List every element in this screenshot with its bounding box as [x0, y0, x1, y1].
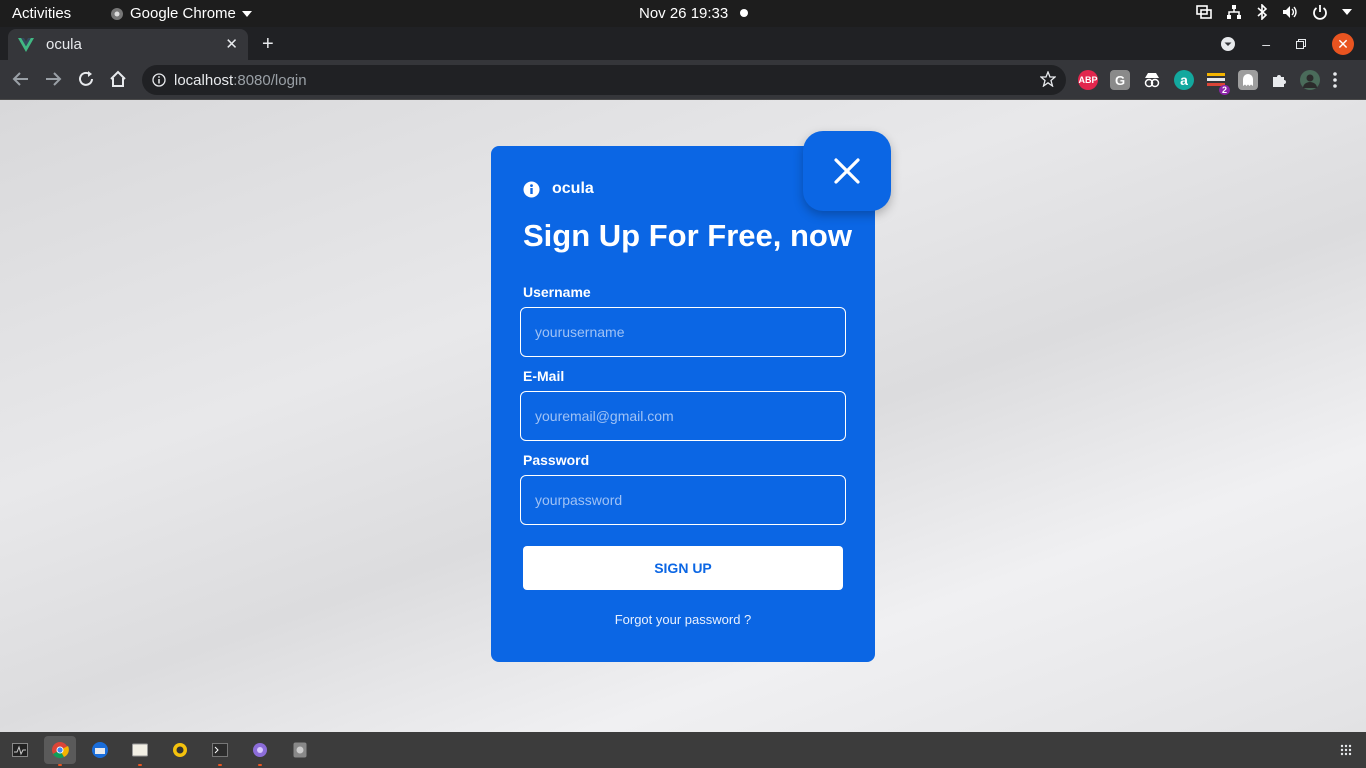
running-indicator	[258, 764, 262, 766]
profile-avatar[interactable]	[1300, 70, 1320, 90]
taskbar-system-monitor[interactable]	[4, 736, 36, 764]
taskbar-app-purple[interactable]	[244, 736, 276, 766]
forgot-password-link[interactable]: Forgot your password ?	[491, 612, 875, 627]
password-label: Password	[523, 452, 590, 468]
show-applications-button[interactable]	[1330, 736, 1362, 764]
address-bar[interactable]: localhost:8080/login	[142, 65, 1066, 95]
terminal-icon	[212, 743, 228, 757]
chrome-icon	[52, 742, 69, 759]
folder-icon	[132, 743, 148, 757]
page-content: ocula Sign Up For Free, now Username E-M…	[0, 100, 1366, 732]
window-controls: – ✕	[1220, 33, 1354, 55]
notification-dot	[740, 9, 748, 17]
info-icon	[523, 181, 540, 197]
activities-button[interactable]: Activities	[12, 5, 71, 22]
app-grid-icon	[1340, 744, 1352, 756]
taskbar-rhythmbox[interactable]	[164, 736, 196, 764]
app-menu[interactable]: Google Chrome	[110, 5, 252, 22]
browser-toolbar: localhost:8080/login ABP G a 2	[0, 60, 1366, 100]
system-tray[interactable]	[1196, 4, 1352, 20]
page-title: Sign Up For Free, now	[523, 218, 852, 253]
taskbar-chrome[interactable]	[44, 736, 76, 766]
close-tab-icon[interactable]: ✕	[225, 35, 238, 53]
grammar-extension-icon[interactable]: G	[1110, 70, 1130, 90]
close-window-button[interactable]: ✕	[1332, 33, 1354, 55]
taskbar-terminal[interactable]	[204, 736, 236, 766]
username-input[interactable]	[520, 307, 846, 357]
email-input[interactable]	[520, 391, 846, 441]
ghost-icon	[1243, 74, 1253, 86]
screen-share-icon[interactable]	[1196, 4, 1212, 20]
forward-arrow-icon[interactable]	[44, 70, 62, 88]
bookmark-star-icon[interactable]	[1040, 71, 1056, 87]
url-host: localhost	[174, 71, 234, 89]
brand: ocula	[523, 180, 594, 198]
restore-button[interactable]	[1296, 39, 1306, 49]
signup-card: ocula Sign Up For Free, now Username E-M…	[491, 146, 875, 662]
taskbar-disk-app[interactable]	[284, 736, 316, 764]
password-input[interactable]	[520, 475, 846, 525]
system-top-bar: Activities Google Chrome Nov 26 19:33	[0, 0, 1366, 27]
bluetooth-icon[interactable]	[1256, 4, 1268, 20]
username-label: Username	[523, 284, 591, 300]
volume-icon[interactable]	[1282, 4, 1298, 20]
close-icon	[834, 158, 860, 184]
taskbar-thunderbird[interactable]	[84, 736, 116, 764]
running-indicator	[138, 764, 142, 766]
thunderbird-icon	[92, 742, 108, 758]
running-indicator	[218, 764, 222, 766]
vue-logo-icon	[18, 37, 34, 52]
tab-strip: ocula ✕	[0, 27, 1366, 60]
network-icon[interactable]	[1226, 4, 1242, 20]
amazon-assistant-icon[interactable]: a	[1174, 70, 1194, 90]
extensions-puzzle-icon[interactable]	[1270, 71, 1288, 89]
kebab-menu-icon[interactable]	[1332, 71, 1338, 89]
extensions-bar: ABP G a 2	[1078, 70, 1338, 95]
app-icon	[253, 743, 267, 757]
back-arrow-icon[interactable]	[12, 70, 30, 88]
chrome-icon	[111, 7, 123, 20]
extension-badge: 2	[1218, 85, 1230, 95]
avatar-icon	[1303, 74, 1317, 88]
reload-icon[interactable]	[77, 70, 95, 88]
rhythmbox-icon	[173, 743, 187, 757]
close-card-button[interactable]	[803, 131, 891, 211]
tab-ocula[interactable]: ocula ✕	[8, 29, 248, 60]
power-icon[interactable]	[1312, 4, 1328, 20]
chevron-down-icon	[241, 10, 252, 17]
taskbar-files[interactable]	[124, 736, 156, 766]
new-tab-button[interactable]: +	[262, 33, 274, 56]
minimize-button[interactable]: –	[1262, 36, 1270, 52]
url-path: :8080/login	[233, 71, 307, 89]
brand-name: ocula	[552, 180, 594, 197]
system-monitor-icon	[12, 743, 28, 757]
tab-search-icon[interactable]	[1220, 36, 1236, 52]
adblock-plus-icon[interactable]: ABP	[1078, 70, 1098, 90]
clock[interactable]: Nov 26 19:33	[639, 5, 728, 22]
taskbar	[0, 732, 1366, 768]
tab-title: ocula	[46, 36, 82, 53]
incognito-extension-icon[interactable]	[1142, 70, 1162, 90]
chevron-down-icon[interactable]	[1342, 9, 1352, 15]
email-label: E-Mail	[523, 368, 565, 384]
home-icon[interactable]	[109, 70, 127, 88]
info-icon[interactable]	[152, 73, 166, 87]
app-name: Google Chrome	[130, 5, 236, 22]
ghost-extension-icon[interactable]	[1238, 70, 1258, 90]
color-palette-extension-icon[interactable]: 2	[1206, 70, 1230, 95]
running-indicator	[58, 764, 62, 766]
sign-up-button[interactable]: SIGN UP	[523, 546, 843, 590]
disk-icon	[293, 742, 307, 758]
